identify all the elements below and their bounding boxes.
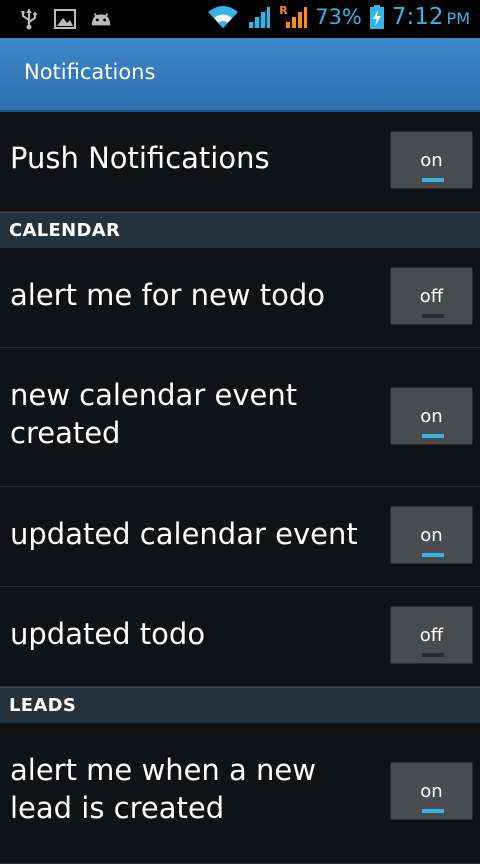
usb-icon: [18, 8, 40, 30]
updated-todo-toggle[interactable]: off: [390, 606, 473, 664]
status-bar-left: [18, 8, 112, 30]
toggle-indicator: [422, 809, 444, 813]
new-calendar-event-row[interactable]: new calendar event created on: [0, 348, 480, 487]
alert-new-lead-label: alert me when a new lead is created: [10, 753, 316, 825]
action-bar: Notifications: [0, 38, 480, 112]
roaming-signal-icon: R: [279, 4, 309, 28]
battery-percent: 73%: [315, 5, 362, 29]
alert-new-todo-toggle[interactable]: off: [390, 267, 473, 325]
android-icon: [90, 8, 112, 30]
section-header-leads: LEADS: [0, 687, 480, 723]
toggle-state-label: on: [420, 781, 443, 802]
signal-strength-icon: [245, 6, 273, 28]
roaming-indicator: R: [279, 4, 288, 17]
toggle-indicator: [422, 314, 444, 318]
toggle-state-label: off: [419, 625, 444, 646]
push-notifications-row[interactable]: Push Notifications on: [0, 112, 480, 212]
toggle-state-label: off: [419, 286, 444, 307]
updated-calendar-event-label: updated calendar event: [10, 517, 358, 551]
alert-new-lead-toggle[interactable]: on: [390, 762, 473, 820]
section-header-calendar: CALENDAR: [0, 212, 480, 248]
battery-charging-icon: [368, 5, 386, 29]
toggle-indicator: [422, 653, 444, 657]
toggle-indicator: [422, 178, 444, 182]
toggle-indicator: [422, 553, 444, 557]
image-icon: [54, 8, 76, 30]
push-notifications-toggle[interactable]: on: [390, 131, 473, 189]
toggle-state-label: on: [420, 525, 443, 546]
status-bar-right: R 73% 7:12 PM: [207, 4, 470, 30]
updated-todo-row[interactable]: updated todo off: [0, 587, 480, 687]
updated-calendar-event-row[interactable]: updated calendar event on: [0, 487, 480, 587]
toggle-state-label: on: [420, 150, 443, 171]
page-title: Notifications: [24, 60, 156, 84]
toggle-state-label: on: [420, 406, 443, 427]
section-title: CALENDAR: [9, 220, 121, 241]
updated-calendar-event-toggle[interactable]: on: [390, 506, 473, 564]
new-calendar-event-label: new calendar event created: [10, 378, 298, 450]
wifi-icon: [207, 6, 239, 28]
section-title: LEADS: [9, 695, 77, 716]
clock-ampm: PM: [446, 9, 470, 28]
status-bar: R 73% 7:12 PM: [0, 0, 480, 38]
alert-new-todo-label: alert me for new todo: [10, 278, 326, 312]
settings-list: Push Notifications on CALENDAR alert me …: [0, 112, 480, 864]
alert-new-lead-row[interactable]: alert me when a new lead is created on: [0, 723, 480, 864]
new-calendar-event-toggle[interactable]: on: [390, 387, 473, 445]
alert-new-todo-row[interactable]: alert me for new todo off: [0, 248, 480, 348]
clock-time: 7:12: [391, 4, 444, 30]
toggle-indicator: [422, 434, 444, 438]
updated-todo-label: updated todo: [10, 617, 206, 651]
push-notifications-label: Push Notifications: [10, 141, 270, 175]
clock: 7:12 PM: [392, 4, 470, 30]
